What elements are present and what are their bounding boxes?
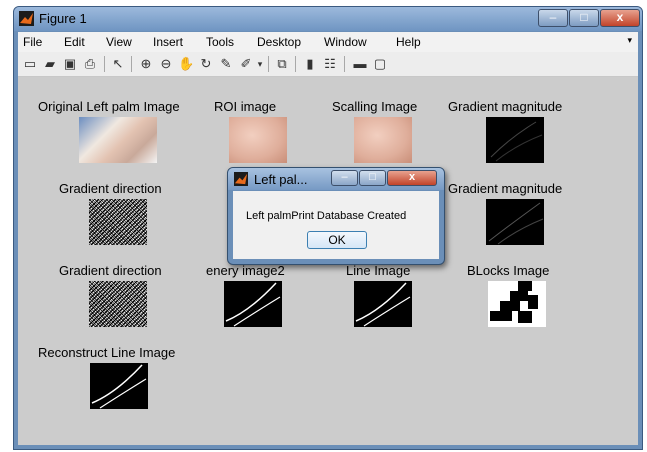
gradient-direction-image-2 — [89, 281, 147, 327]
pointer-icon[interactable]: ↖ — [110, 56, 126, 72]
original-palm-image — [79, 117, 157, 163]
reconstruct-line-image — [90, 363, 148, 409]
dialog-minimize-button[interactable]: – — [331, 170, 358, 186]
zoom-out-icon[interactable]: ⊖ — [158, 56, 174, 72]
close-button[interactable]: x — [600, 9, 640, 27]
roi-image — [229, 117, 287, 163]
colorbar-icon[interactable]: ▮ — [302, 56, 318, 72]
show-plot-tools-icon[interactable]: ▢ — [372, 56, 388, 72]
label-line-image: Line Image — [346, 263, 411, 278]
enery-image — [224, 281, 282, 327]
matlab-logo-icon — [234, 172, 248, 186]
brush-dropdown-icon[interactable]: ▾ — [256, 56, 264, 72]
pan-icon[interactable]: ✋ — [178, 56, 194, 72]
label-roi-image: ROI image — [214, 99, 277, 114]
toolbar-separator — [104, 56, 105, 72]
matlab-logo-icon — [19, 11, 34, 26]
toolbar-separator — [295, 56, 296, 72]
label-gradient-direction-1: Gradient direction — [59, 181, 162, 196]
maximize-button[interactable]: □ — [569, 9, 599, 27]
menu-view[interactable]: View — [106, 35, 132, 49]
message-dialog: Left pal... – □ x Left palmPrint Databas… — [227, 167, 445, 265]
menu-file[interactable]: File — [23, 35, 42, 49]
menu-tools[interactable]: Tools — [206, 35, 234, 49]
dialog-title: Left pal... — [254, 172, 308, 187]
dialog-maximize-button[interactable]: □ — [359, 170, 386, 186]
menu-overflow-arrow[interactable]: ▾ — [627, 35, 632, 46]
toolbar: ▭ ▰ ▣ ⎙ ↖ ⊕ ⊖ ✋ ↻ ✎ ✐ ▾ ⧉ ▮ ☷ ▬ ▢ — [18, 52, 638, 77]
save-icon[interactable]: ▣ — [62, 56, 78, 72]
scalling-image — [354, 117, 412, 163]
menu-edit[interactable]: Edit — [64, 35, 85, 49]
label-gradient-direction-2: Gradient direction — [59, 263, 162, 278]
new-figure-icon[interactable]: ▭ — [22, 56, 38, 72]
menu-insert[interactable]: Insert — [153, 35, 183, 49]
ok-button[interactable]: OK — [307, 231, 367, 249]
link-icon[interactable]: ⧉ — [274, 56, 290, 72]
menu-window[interactable]: Window — [324, 35, 367, 49]
toolbar-separator — [131, 56, 132, 72]
data-cursor-icon[interactable]: ✎ — [218, 56, 234, 72]
label-enery-image2: enery image2 — [206, 263, 285, 278]
brush-icon[interactable]: ✐ — [238, 56, 254, 72]
toolbar-separator — [268, 56, 269, 72]
menu-help[interactable]: Help — [396, 35, 421, 49]
dialog-close-button[interactable]: x — [387, 170, 437, 186]
window-title: Figure 1 — [39, 11, 87, 26]
line-image — [354, 281, 412, 327]
label-reconstruct-line-image: Reconstruct Line Image — [38, 345, 176, 360]
minimize-button[interactable]: – — [538, 9, 568, 27]
label-scalling-image: Scalling Image — [332, 99, 418, 114]
rotate-icon[interactable]: ↻ — [198, 56, 214, 72]
label-original-left-palm: Original Left palm Image — [38, 99, 180, 114]
legend-icon[interactable]: ☷ — [322, 56, 338, 72]
dialog-body: Left palmPrint Database Created OK — [233, 191, 439, 259]
hide-plot-tools-icon[interactable]: ▬ — [352, 56, 368, 72]
label-blocks-image: BLocks Image — [467, 263, 550, 278]
print-icon[interactable]: ⎙ — [82, 56, 98, 72]
zoom-in-icon[interactable]: ⊕ — [138, 56, 154, 72]
title-bar[interactable]: Figure 1 – □ x — [14, 7, 642, 31]
menu-desktop[interactable]: Desktop — [257, 35, 301, 49]
dialog-title-bar[interactable]: Left pal... – □ x — [228, 168, 444, 190]
label-gradient-magnitude-2: Gradient magnitude — [448, 181, 563, 196]
dialog-message: Left palmPrint Database Created — [246, 210, 407, 222]
menu-bar: File Edit View Insert Tools Desktop Wind… — [18, 32, 638, 52]
open-icon[interactable]: ▰ — [42, 56, 58, 72]
toolbar-separator — [344, 56, 345, 72]
label-gradient-magnitude-1: Gradient magnitude — [448, 99, 563, 114]
blocks-image — [488, 281, 546, 327]
gradient-direction-image-1 — [89, 199, 147, 245]
gradient-magnitude-image-1 — [486, 117, 544, 163]
gradient-magnitude-image-2 — [486, 199, 544, 245]
